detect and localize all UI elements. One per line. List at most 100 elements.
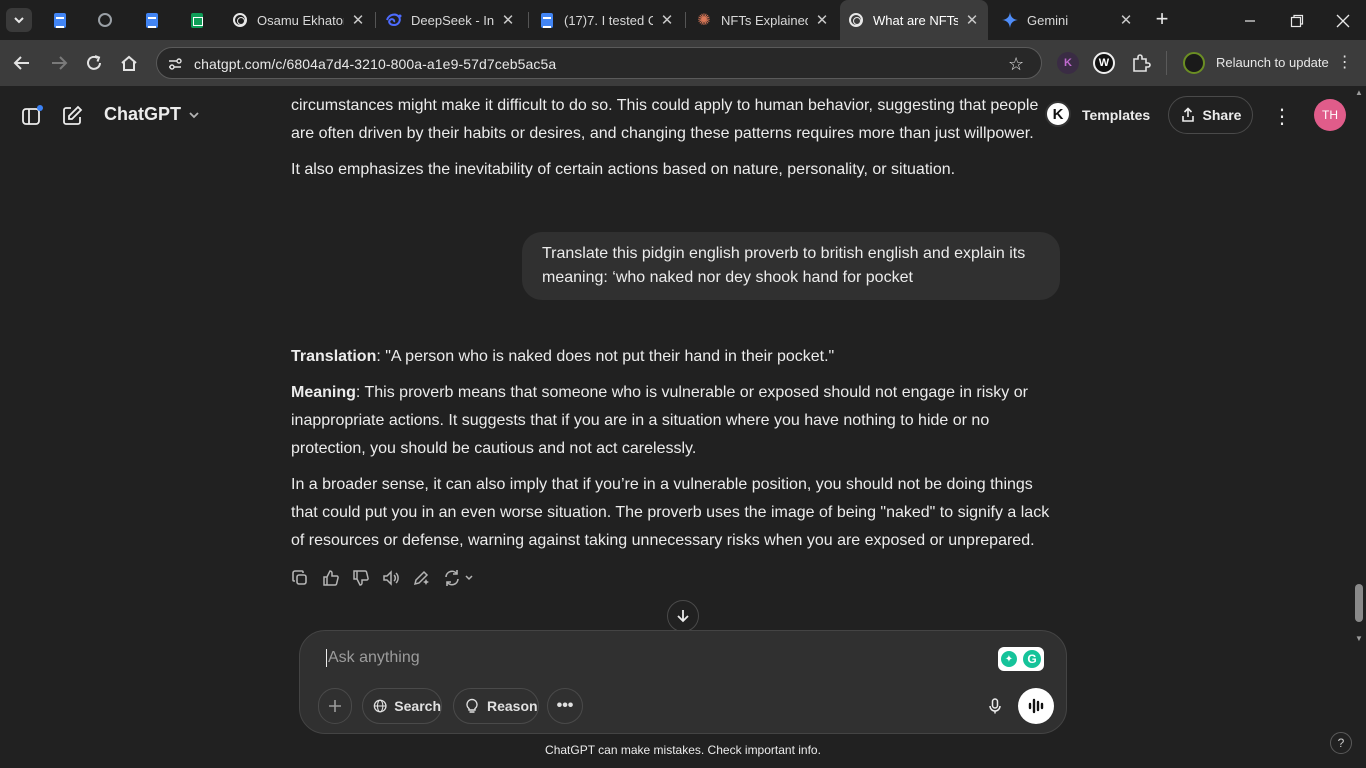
profile-avatar[interactable] bbox=[1183, 52, 1205, 74]
thumbs-up-button[interactable] bbox=[321, 568, 341, 588]
tab-docs-1[interactable] bbox=[44, 0, 78, 40]
extensions-puzzle-icon[interactable] bbox=[1130, 52, 1152, 74]
assistant-prev-paragraph-2: It also emphasizes the inevitability of … bbox=[291, 161, 956, 178]
thumbs-up-icon bbox=[323, 570, 339, 586]
regenerate-icon bbox=[444, 570, 459, 586]
tab-search-button[interactable] bbox=[6, 8, 32, 32]
chevron-down-icon bbox=[189, 111, 199, 118]
prev-line-2: are often driven by their habits or desi… bbox=[291, 125, 1034, 142]
tab-active-nfts[interactable]: What are NFTs ✕ bbox=[840, 0, 988, 40]
prev-line-1: circumstances might make it difficult to… bbox=[291, 97, 1039, 114]
close-icon[interactable]: ✕ bbox=[814, 11, 830, 29]
scrollbar-thumb[interactable] bbox=[1355, 584, 1363, 622]
sidebar-toggle-button[interactable] bbox=[20, 104, 44, 128]
bookmark-star-icon[interactable]: ☆ bbox=[1008, 54, 1024, 75]
translation-label: Translation bbox=[291, 348, 377, 365]
tab-deepseek[interactable]: DeepSeek - Into ✕ bbox=[378, 0, 524, 40]
minimize-button[interactable] bbox=[1240, 11, 1260, 31]
grammarly-widget[interactable]: ✦ G bbox=[998, 647, 1044, 671]
meaning-paragraph: Meaning: This proverb means that someone… bbox=[291, 379, 1061, 463]
arrow-down-icon bbox=[677, 610, 689, 623]
globe-icon bbox=[373, 699, 387, 713]
tab-sheets[interactable] bbox=[181, 0, 215, 40]
extension-k-icon[interactable]: K bbox=[1057, 52, 1079, 74]
templates-button[interactable]: Templates bbox=[1082, 107, 1150, 123]
gemini-icon bbox=[1002, 12, 1018, 28]
regenerate-button[interactable] bbox=[441, 568, 475, 588]
scroll-up-arrow-icon[interactable]: ▲ bbox=[1355, 88, 1363, 97]
user-message: Translate this pidgin english proverb to… bbox=[522, 232, 1060, 300]
voice-waveform-icon bbox=[1028, 698, 1044, 714]
url-text: chatgpt.com/c/6804a7d4-3210-800a-a1e9-57… bbox=[194, 56, 557, 72]
dictate-button[interactable] bbox=[977, 688, 1013, 724]
back-button[interactable] bbox=[10, 51, 34, 75]
thumbs-down-button[interactable] bbox=[351, 568, 371, 588]
minimize-icon bbox=[1245, 20, 1255, 22]
tab-osamu[interactable]: Osamu Ekhator ✕ bbox=[224, 0, 374, 40]
lightbulb-icon bbox=[466, 698, 478, 713]
tab-title: (17)7. I tested C bbox=[564, 12, 653, 28]
new-tab-button[interactable]: + bbox=[1150, 8, 1174, 32]
sheets-icon bbox=[189, 12, 205, 28]
more-tools-button[interactable]: ••• bbox=[547, 688, 583, 724]
share-button[interactable]: Share bbox=[1168, 96, 1253, 134]
toolbar-divider bbox=[1166, 51, 1167, 75]
close-icon[interactable]: ✕ bbox=[500, 11, 516, 29]
voice-mode-button[interactable] bbox=[1018, 688, 1054, 724]
message-composer: ✦ G Search Reason ••• bbox=[299, 630, 1067, 734]
forward-button[interactable] bbox=[47, 51, 71, 75]
relaunch-label: Relaunch to update bbox=[1216, 54, 1329, 70]
k-extension-badge[interactable]: K bbox=[1045, 101, 1071, 127]
relaunch-to-update-button[interactable]: Relaunch to update ⋮ bbox=[1210, 45, 1360, 79]
thumbs-down-icon bbox=[353, 570, 369, 586]
new-chat-button[interactable] bbox=[60, 104, 84, 128]
reload-button[interactable] bbox=[82, 51, 106, 75]
browser-tab-strip: Osamu Ekhator ✕ DeepSeek - Into ✕ (17)7.… bbox=[0, 0, 1366, 40]
broader-paragraph: In a broader sense, it can also imply th… bbox=[291, 476, 1050, 549]
restore-button[interactable] bbox=[1287, 11, 1307, 31]
help-button[interactable]: ? bbox=[1330, 732, 1352, 754]
docs-icon bbox=[52, 12, 68, 28]
ellipsis-icon: ••• bbox=[556, 697, 574, 714]
deepseek-icon bbox=[386, 12, 402, 28]
tab-docs-2[interactable] bbox=[136, 0, 170, 40]
avatar[interactable]: TH bbox=[1314, 99, 1346, 131]
tab-medium[interactable]: (17)7. I tested C ✕ bbox=[531, 0, 683, 40]
search-button[interactable]: Search bbox=[362, 688, 442, 724]
scroll-down-arrow-icon[interactable]: ▼ bbox=[1355, 634, 1363, 643]
address-bar[interactable]: chatgpt.com/c/6804a7d4-3210-800a-a1e9-57… bbox=[156, 47, 1042, 79]
read-aloud-button[interactable] bbox=[381, 568, 401, 588]
close-icon[interactable]: ✕ bbox=[350, 11, 366, 29]
extension-w-icon[interactable]: W bbox=[1093, 52, 1115, 74]
close-icon[interactable]: ✕ bbox=[1118, 11, 1134, 29]
model-selector[interactable]: ChatGPT bbox=[104, 104, 201, 125]
close-icon[interactable]: ✕ bbox=[659, 11, 675, 29]
site-info-icon[interactable] bbox=[167, 56, 183, 77]
tab-globe[interactable] bbox=[89, 0, 123, 40]
close-icon[interactable]: ✕ bbox=[964, 11, 980, 29]
more-vertical-icon[interactable]: ⋮ bbox=[1337, 52, 1353, 72]
globe-icon bbox=[97, 12, 113, 28]
more-options-button[interactable]: ⋮ bbox=[1272, 104, 1292, 128]
attach-button[interactable] bbox=[318, 688, 352, 724]
home-icon bbox=[121, 55, 137, 71]
restore-icon bbox=[1290, 14, 1304, 28]
claude-icon: ✺ bbox=[697, 12, 711, 29]
reason-button[interactable]: Reason bbox=[453, 688, 539, 724]
tab-gemini[interactable]: Gemini ✕ bbox=[994, 0, 1142, 40]
scroll-to-bottom-button[interactable] bbox=[667, 600, 699, 632]
close-window-button[interactable] bbox=[1333, 11, 1353, 31]
reload-icon bbox=[87, 55, 101, 70]
new-chat-icon bbox=[63, 105, 83, 125]
copy-button[interactable] bbox=[290, 568, 310, 588]
translation-paragraph: Translation: "A person who is naked does… bbox=[291, 343, 1061, 371]
page-scrollbar[interactable]: ▲ ▼ bbox=[1352, 88, 1366, 742]
edit-in-canvas-button[interactable] bbox=[411, 568, 431, 588]
disclaimer-text: ChatGPT can make mistakes. Check importa… bbox=[545, 743, 821, 757]
tab-claude[interactable]: ✺ NFTs Explained ✕ bbox=[688, 0, 838, 40]
home-button[interactable] bbox=[117, 51, 141, 75]
reason-label: Reason bbox=[487, 698, 538, 714]
speaker-icon bbox=[383, 570, 399, 586]
prompt-input[interactable] bbox=[326, 649, 986, 667]
back-arrow-icon bbox=[13, 56, 29, 70]
